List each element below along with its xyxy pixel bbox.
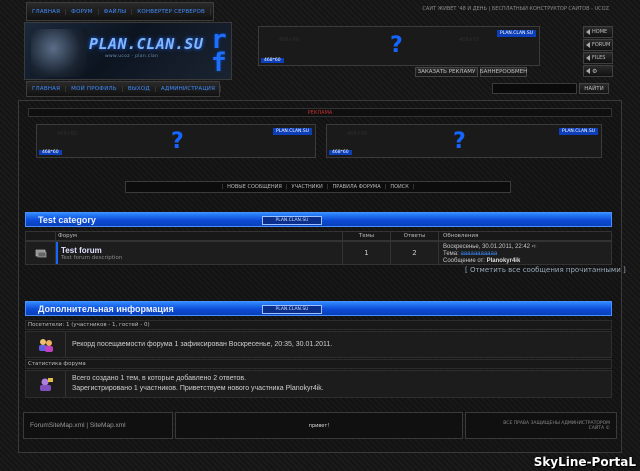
go-to-post-icon[interactable]: ➪: [532, 244, 537, 250]
info-badge: PLAN.CLAN.SU: [262, 305, 322, 314]
arrow-left-icon: [586, 29, 590, 35]
forum-folder-icon: [35, 249, 46, 258]
update-msg-label: Сообщение от:: [443, 258, 485, 264]
ad-banner-left[interactable]: 468×60 ? PLAN.CLAN.SU 468*60: [36, 124, 316, 158]
banner-tag: PLAN.CLAN.SU: [273, 128, 312, 135]
table-row: Test forum Test forum description 1 2 Во…: [25, 241, 612, 265]
menu-members[interactable]: участники: [292, 184, 323, 190]
site-logo[interactable]: PLAN.CLAN.SU www.ucoz · plan.clan rf: [24, 22, 232, 80]
category-title[interactable]: Test category: [26, 215, 96, 225]
footer-copyright-2: сайта ©: [588, 425, 610, 431]
footer: ForumSiteMap.xml | SiteMap.xml привет! в…: [23, 412, 617, 439]
menu-new-messages[interactable]: новые сообщения: [227, 184, 282, 190]
record-row: Рекорд посещаемости форума 1 зафиксирова…: [25, 331, 612, 358]
logo-rf-mark: rf: [211, 25, 227, 79]
banner-size: 468*60: [329, 150, 352, 155]
question-icon: ?: [171, 129, 184, 154]
update-date: Воскресенье, 30.01.2011, 22:42: [443, 244, 531, 250]
logo-subtitle: www.ucoz · plan.clan: [105, 54, 159, 59]
col-updates: Обновления: [443, 233, 479, 239]
banner-size: 468*60: [261, 58, 284, 63]
ad-label: реклама: [28, 108, 612, 117]
topics-count: 1: [343, 242, 391, 264]
col-replies: Ответы: [391, 232, 439, 240]
nav2-logout[interactable]: выход: [123, 86, 156, 92]
visitors-label: Посетители: 1 (участников - 1, гостей - …: [25, 320, 612, 330]
nav2-profile[interactable]: мой профиль: [66, 86, 123, 92]
col-topics: Темы: [343, 232, 391, 240]
users-icon: [38, 338, 53, 352]
category-badge: PLAN.CLAN.SU: [262, 216, 322, 225]
stats-icon: [39, 378, 53, 391]
logo-character-image: [31, 29, 87, 77]
side-files-button[interactable]: files: [583, 52, 613, 64]
arrow-left-icon: [586, 68, 590, 74]
side-extra-button[interactable]: ⚙: [583, 65, 613, 77]
nav-server-converter[interactable]: конвертер серверов: [132, 8, 211, 15]
stats-text-1: Всего создано 1 тем, в которые добавлено…: [72, 375, 247, 382]
side-forum-button[interactable]: forum: [583, 39, 613, 51]
info-header: Дополнительная информация PLAN.CLAN.SU: [25, 301, 612, 316]
update-user-link[interactable]: Planokyr4ik: [487, 258, 521, 264]
banner-exchange-button[interactable]: Баннерообмен: [480, 67, 527, 77]
info-title: Дополнительная информация: [38, 303, 174, 314]
stats-row: Всего создано 1 тем, в которые добавлено…: [25, 370, 612, 398]
question-icon: ?: [453, 129, 466, 154]
arrow-left-icon: [586, 55, 590, 61]
category-header: Test category PLAN.CLAN.SU: [25, 212, 612, 227]
banner-size: 468*60: [39, 150, 62, 155]
mark-all-read-link[interactable]: [ Отметить все сообщения прочитанными ]: [465, 266, 626, 276]
logo-title: PLAN.CLAN.SU: [89, 35, 204, 53]
forum-description: Test forum description: [61, 255, 123, 261]
nav2-home[interactable]: главная: [27, 86, 67, 92]
banner-tag: PLAN.CLAN.SU: [497, 30, 536, 37]
question-icon: ?: [390, 33, 403, 58]
side-home-button[interactable]: home: [583, 26, 613, 38]
nav2-administration[interactable]: администрация: [156, 86, 222, 92]
nav-files[interactable]: файлы: [99, 8, 133, 15]
update-topic-label: Тема:: [443, 251, 459, 257]
stats-text-2: Зарегистрировано 1 участников. Приветств…: [72, 385, 324, 392]
arrow-left-icon: [586, 42, 590, 48]
site-info-text: сайт живет '48 й день | бесплатный конст…: [422, 6, 609, 12]
forum-menu: | новые сообщения | участники | правила фо…: [125, 181, 511, 193]
nav-home[interactable]: главная: [27, 8, 67, 15]
header-banner[interactable]: 468×60 468×60 ? PLAN.CLAN.SU 468*60: [258, 26, 540, 66]
user-nav: главная мой профиль выход администрация: [26, 81, 222, 97]
footer-sitemap-links[interactable]: ForumSiteMap.xml | SiteMap.xml: [23, 412, 173, 439]
stats-label: Статистика форума: [25, 359, 612, 369]
search-button[interactable]: найти: [579, 83, 609, 94]
forum-table-header: Форум Темы Ответы Обновления: [25, 231, 612, 241]
update-topic-link[interactable]: ааааааааааа: [460, 251, 497, 257]
banner-tag: PLAN.CLAN.SU: [559, 128, 598, 135]
nav-forum[interactable]: форум: [66, 8, 99, 15]
record-text: Рекорд посещаемости форума 1 зафиксирова…: [72, 340, 333, 348]
ad-banner-right[interactable]: 468×60 ? PLAN.CLAN.SU 468*60: [326, 124, 602, 158]
replies-count: 2: [391, 242, 439, 264]
col-forum: Форум: [56, 232, 343, 240]
watermark: SkyLine-PortaL: [533, 455, 636, 469]
footer-greeting: привет!: [175, 412, 463, 439]
order-ad-button[interactable]: Заказать рекламу: [415, 67, 478, 77]
settings-icon: ⚙: [592, 67, 598, 75]
menu-search[interactable]: поиск: [390, 184, 408, 190]
search-input[interactable]: [492, 83, 577, 94]
top-nav: главная форум файлы конвертер серверов: [26, 2, 214, 21]
forum-title-link[interactable]: Test forum: [61, 246, 342, 255]
menu-rules[interactable]: правила форума: [332, 184, 380, 190]
